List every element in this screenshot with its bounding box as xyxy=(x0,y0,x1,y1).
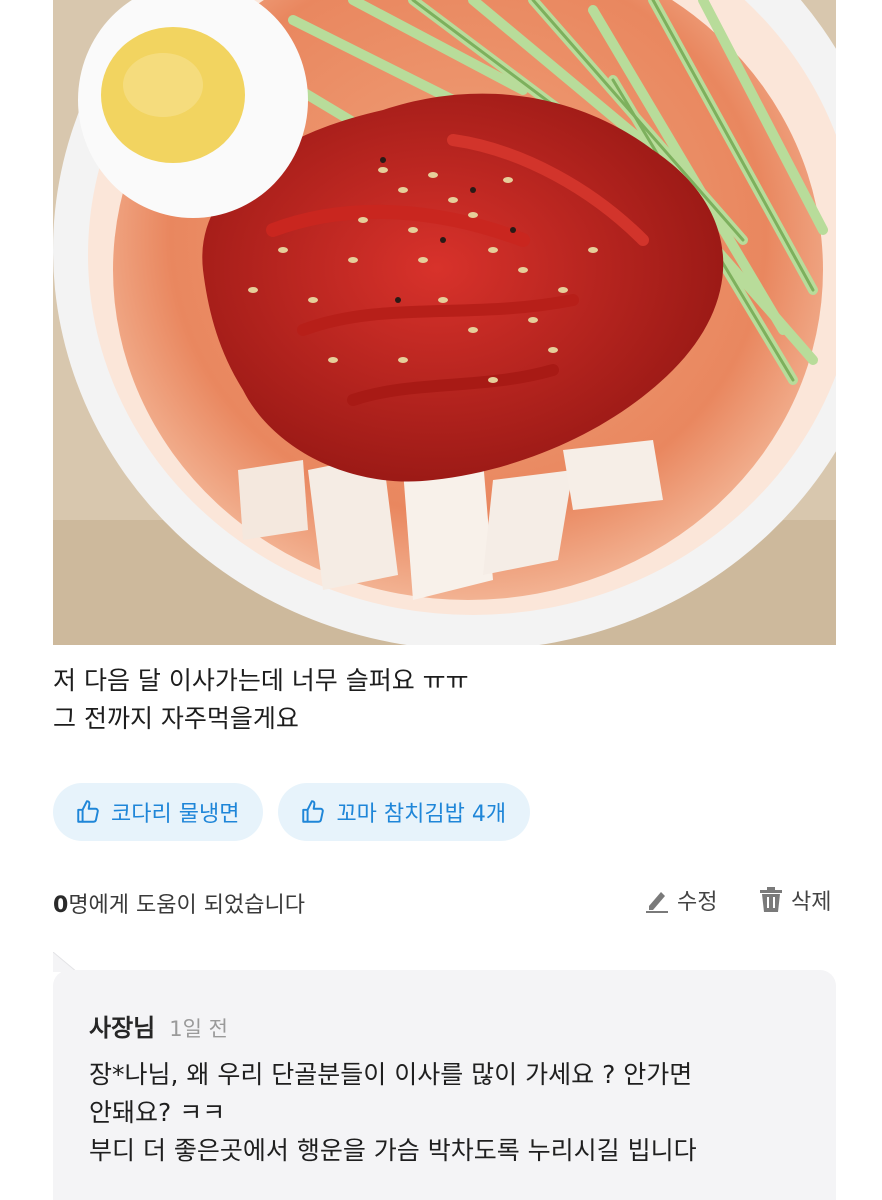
ordered-menu-list: 코다리 물냉면 꼬마 참치김밥 4개 xyxy=(53,783,531,841)
owner-reply-text: 장*나님, 왜 우리 단골분들이 이사를 많이 가세요 ? 안가면 안돼요? ㅋ… xyxy=(89,1060,697,1165)
review-photo[interactable] xyxy=(53,0,836,645)
owner-name: 사장님 xyxy=(89,1014,156,1042)
naengmyeon-photo-illustration xyxy=(53,0,836,645)
edit-button[interactable]: 수정 xyxy=(643,884,717,916)
helpful-count: 0명에게 도움이 되었습니다 xyxy=(53,887,305,919)
menu-chip-label: 코다리 물냉면 xyxy=(111,802,240,827)
delete-label: 삭제 xyxy=(791,890,832,915)
menu-chip-label: 꼬마 참치김밥 4개 xyxy=(336,802,507,827)
menu-chip[interactable]: 꼬마 참치김밥 4개 xyxy=(278,783,531,841)
review-text: 저 다음 달 이사가는데 너무 슬퍼요 ㅠㅠ 그 전까지 자주먹을게요 xyxy=(53,666,469,733)
delete-button[interactable]: 삭제 xyxy=(757,884,831,916)
helpful-number: 0 xyxy=(53,893,69,918)
menu-chip[interactable]: 코다리 물냉면 xyxy=(53,783,264,841)
trash-icon xyxy=(757,886,785,914)
owner-reply-box: 사장님 1일 전 장*나님, 왜 우리 단골분들이 이사를 많이 가세요 ? 안… xyxy=(53,970,836,1200)
owner-reply-header: 사장님 1일 전 xyxy=(89,1008,228,1043)
reply-bubble-tail xyxy=(53,952,78,972)
helpful-text: 명에게 도움이 되었습니다 xyxy=(68,893,305,918)
thumbs-up-icon xyxy=(75,799,101,825)
pencil-icon xyxy=(643,886,671,914)
edit-label: 수정 xyxy=(677,890,718,915)
thumbs-up-icon xyxy=(300,799,326,825)
reply-time: 1일 전 xyxy=(169,1017,228,1041)
